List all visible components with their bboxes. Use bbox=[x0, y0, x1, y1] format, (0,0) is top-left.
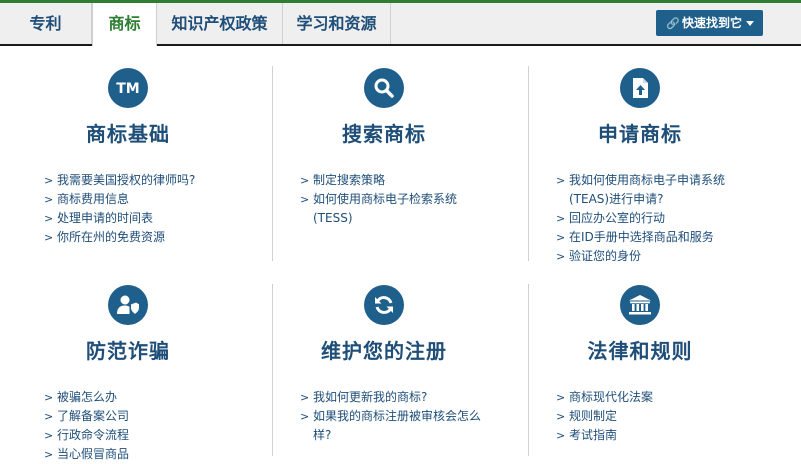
link-item[interactable]: 你所在州的免费资源 bbox=[44, 228, 232, 247]
tm-icon: TM bbox=[108, 68, 148, 108]
section-trademark-basics: TM 商标基础 我需要美国授权的律师吗? 商标费用信息 处理申请的时间表 你所在… bbox=[0, 68, 256, 247]
link-item[interactable]: 当心假冒商品 bbox=[44, 445, 232, 464]
link-item[interactable]: 在ID手册中选择商品和服务 bbox=[556, 228, 744, 247]
link-item[interactable]: 我如何更新我的商标? bbox=[300, 388, 488, 407]
link-item[interactable]: 制定搜索策略 bbox=[300, 171, 488, 190]
quick-find-button[interactable]: 🔗 快速找到它 bbox=[656, 10, 763, 36]
link-item[interactable]: 商标现代化法案 bbox=[556, 388, 744, 407]
link-item[interactable]: 行政命令流程 bbox=[44, 426, 232, 445]
link-icon: 🔗 bbox=[666, 17, 680, 30]
content-grid: TM 商标基础 我需要美国授权的律师吗? 商标费用信息 处理申请的时间表 你所在… bbox=[0, 46, 801, 464]
link-list: 我如何使用商标电子申请系统(TEAS)进行申请? 回应办公室的行动 在ID手册中… bbox=[556, 171, 744, 266]
section-title: 维护您的注册 bbox=[321, 339, 447, 363]
link-list: 被骗怎么办 了解备案公司 行政命令流程 当心假冒商品 bbox=[44, 388, 232, 464]
search-icon bbox=[364, 68, 404, 108]
section-title: 申请商标 bbox=[598, 122, 682, 146]
link-list: 我需要美国授权的律师吗? 商标费用信息 处理申请的时间表 你所在州的免费资源 bbox=[44, 171, 232, 247]
file-upload-icon bbox=[620, 68, 660, 108]
section-laws-rules: 法律和规则 商标现代化法案 规则制定 考试指南 bbox=[512, 285, 768, 445]
caret-down-icon bbox=[746, 21, 754, 26]
bank-icon bbox=[620, 285, 660, 325]
link-item[interactable]: 回应办公室的行动 bbox=[556, 209, 744, 228]
link-item[interactable]: 验证您的身份 bbox=[556, 247, 744, 266]
refresh-icon bbox=[364, 285, 404, 325]
section-title: 法律和规则 bbox=[587, 339, 693, 363]
tab-trademarks[interactable]: 商标 bbox=[92, 3, 157, 46]
svg-text:TM: TM bbox=[116, 81, 139, 96]
tab-ip-policy[interactable]: 知识产权政策 bbox=[157, 3, 283, 44]
section-title: 防范诈骗 bbox=[86, 339, 170, 363]
link-list: 我如何更新我的商标? 如果我的商标注册被审核会怎么样? bbox=[300, 388, 488, 445]
link-item[interactable]: 我如何使用商标电子申请系统(TEAS)进行申请? bbox=[556, 171, 744, 209]
link-item[interactable]: 如何使用商标电子检索系统(TESS) bbox=[300, 190, 488, 228]
main-nav: 专利 商标 知识产权政策 学习和资源 🔗 快速找到它 bbox=[0, 3, 801, 46]
link-item[interactable]: 如果我的商标注册被审核会怎么样? bbox=[300, 407, 488, 445]
section-title: 搜索商标 bbox=[342, 122, 426, 146]
link-list: 商标现代化法案 规则制定 考试指南 bbox=[556, 388, 744, 445]
user-shield-icon bbox=[108, 285, 148, 325]
section-maintain-registration: 维护您的注册 我如何更新我的商标? 如果我的商标注册被审核会怎么样? bbox=[256, 285, 512, 445]
link-item[interactable]: 规则制定 bbox=[556, 407, 744, 426]
link-item[interactable]: 我需要美国授权的律师吗? bbox=[44, 171, 232, 190]
link-item[interactable]: 了解备案公司 bbox=[44, 407, 232, 426]
section-avoid-scams: 防范诈骗 被骗怎么办 了解备案公司 行政命令流程 当心假冒商品 bbox=[0, 285, 256, 464]
quick-find-label: 快速找到它 bbox=[681, 16, 742, 30]
tab-patents[interactable]: 专利 bbox=[0, 3, 92, 44]
link-item[interactable]: 被骗怎么办 bbox=[44, 388, 232, 407]
link-item[interactable]: 处理申请的时间表 bbox=[44, 209, 232, 228]
section-search-trademarks: 搜索商标 制定搜索策略 如何使用商标电子检索系统(TESS) bbox=[256, 68, 512, 228]
link-item[interactable]: 考试指南 bbox=[556, 426, 744, 445]
section-apply-trademark: 申请商标 我如何使用商标电子申请系统(TEAS)进行申请? 回应办公室的行动 在… bbox=[512, 68, 768, 266]
link-item[interactable]: 商标费用信息 bbox=[44, 190, 232, 209]
link-list: 制定搜索策略 如何使用商标电子检索系统(TESS) bbox=[300, 171, 488, 228]
tab-learning-resources[interactable]: 学习和资源 bbox=[283, 3, 391, 44]
section-title: 商标基础 bbox=[86, 122, 170, 146]
